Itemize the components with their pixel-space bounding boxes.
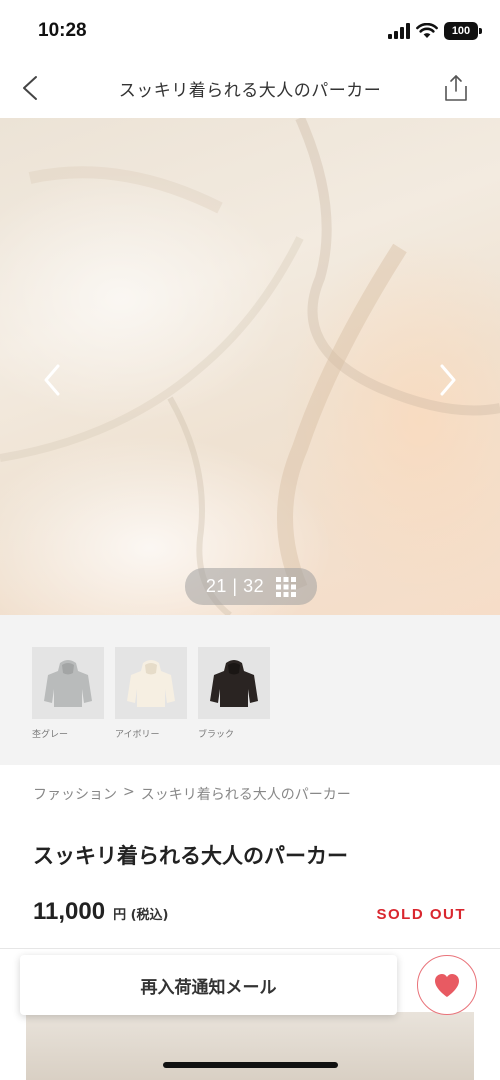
hoodie-ivory-icon [127,660,175,707]
sold-out-badge: SOLD OUT [376,906,466,923]
color-variant-black[interactable]: ブラック [198,647,270,740]
status-icons: 100 [388,22,482,40]
breadcrumb-root-link[interactable]: ファッション [33,784,117,804]
color-variants: 杢グレー アイボリー ブラック [0,615,500,765]
chevron-left-icon [44,364,60,396]
grid-icon [276,576,297,597]
heart-icon [435,974,459,997]
color-variant-label: アイボリー [115,730,160,740]
product-image-carousel[interactable]: 21 | 32 [0,118,500,615]
variant-image [32,647,104,719]
next-content-image [26,1012,474,1080]
image-counter-current: 21 [205,576,227,596]
battery-icon: 100 [444,22,482,40]
page-title: スッキリ着られる大人のパーカー [118,81,382,101]
price-row: 11,000 円 (税込) [33,898,169,926]
wifi-icon [416,23,438,38]
breadcrumb-separator: > [123,784,135,800]
back-button[interactable] [12,70,48,106]
color-variant-label: 杢グレー [32,730,69,740]
home-indicator [163,1062,338,1068]
favorite-button[interactable] [417,955,477,1015]
variant-image [115,647,187,719]
signal-icon [388,23,410,39]
chevron-left-icon [23,76,37,100]
breadcrumb-current: スッキリ着られる大人のパーカー [140,787,351,803]
share-icon [445,75,467,101]
image-counter-pill[interactable]: 21 | 32 [185,568,317,605]
battery-level: 100 [451,25,471,37]
product-title: スッキリ着られる大人のパーカー [33,844,348,868]
color-variant-label: ブラック [198,730,235,740]
fabric-texture [0,118,500,615]
image-counter-total: 32 [243,576,265,596]
status-time: 10:28 [38,20,87,41]
price-unit: 円 (税込) [113,908,169,923]
image-counter-separator: | [232,576,238,596]
chevron-right-icon [440,364,456,396]
status-bar: 10:28 100 [0,0,500,60]
top-nav-header: スッキリ着られる大人のパーカー [0,60,500,118]
carousel-prev-button[interactable] [32,358,72,402]
divider [0,948,500,949]
color-variant-gray[interactable]: 杢グレー [32,647,104,740]
breadcrumb: ファッション > スッキリ着られる大人のパーカー [33,784,351,804]
variant-image [198,647,270,719]
share-button[interactable] [440,72,472,104]
hoodie-black-icon [210,660,258,707]
carousel-next-button[interactable] [428,358,468,402]
color-variant-ivory[interactable]: アイボリー [115,647,187,740]
hoodie-gray-icon [44,660,92,707]
restock-notify-button[interactable]: 再入荷通知メール [20,955,397,1015]
restock-notify-label: 再入荷通知メール [140,977,277,998]
product-price: 11,000 [33,898,106,925]
image-counter: 21 | 32 [206,576,264,597]
